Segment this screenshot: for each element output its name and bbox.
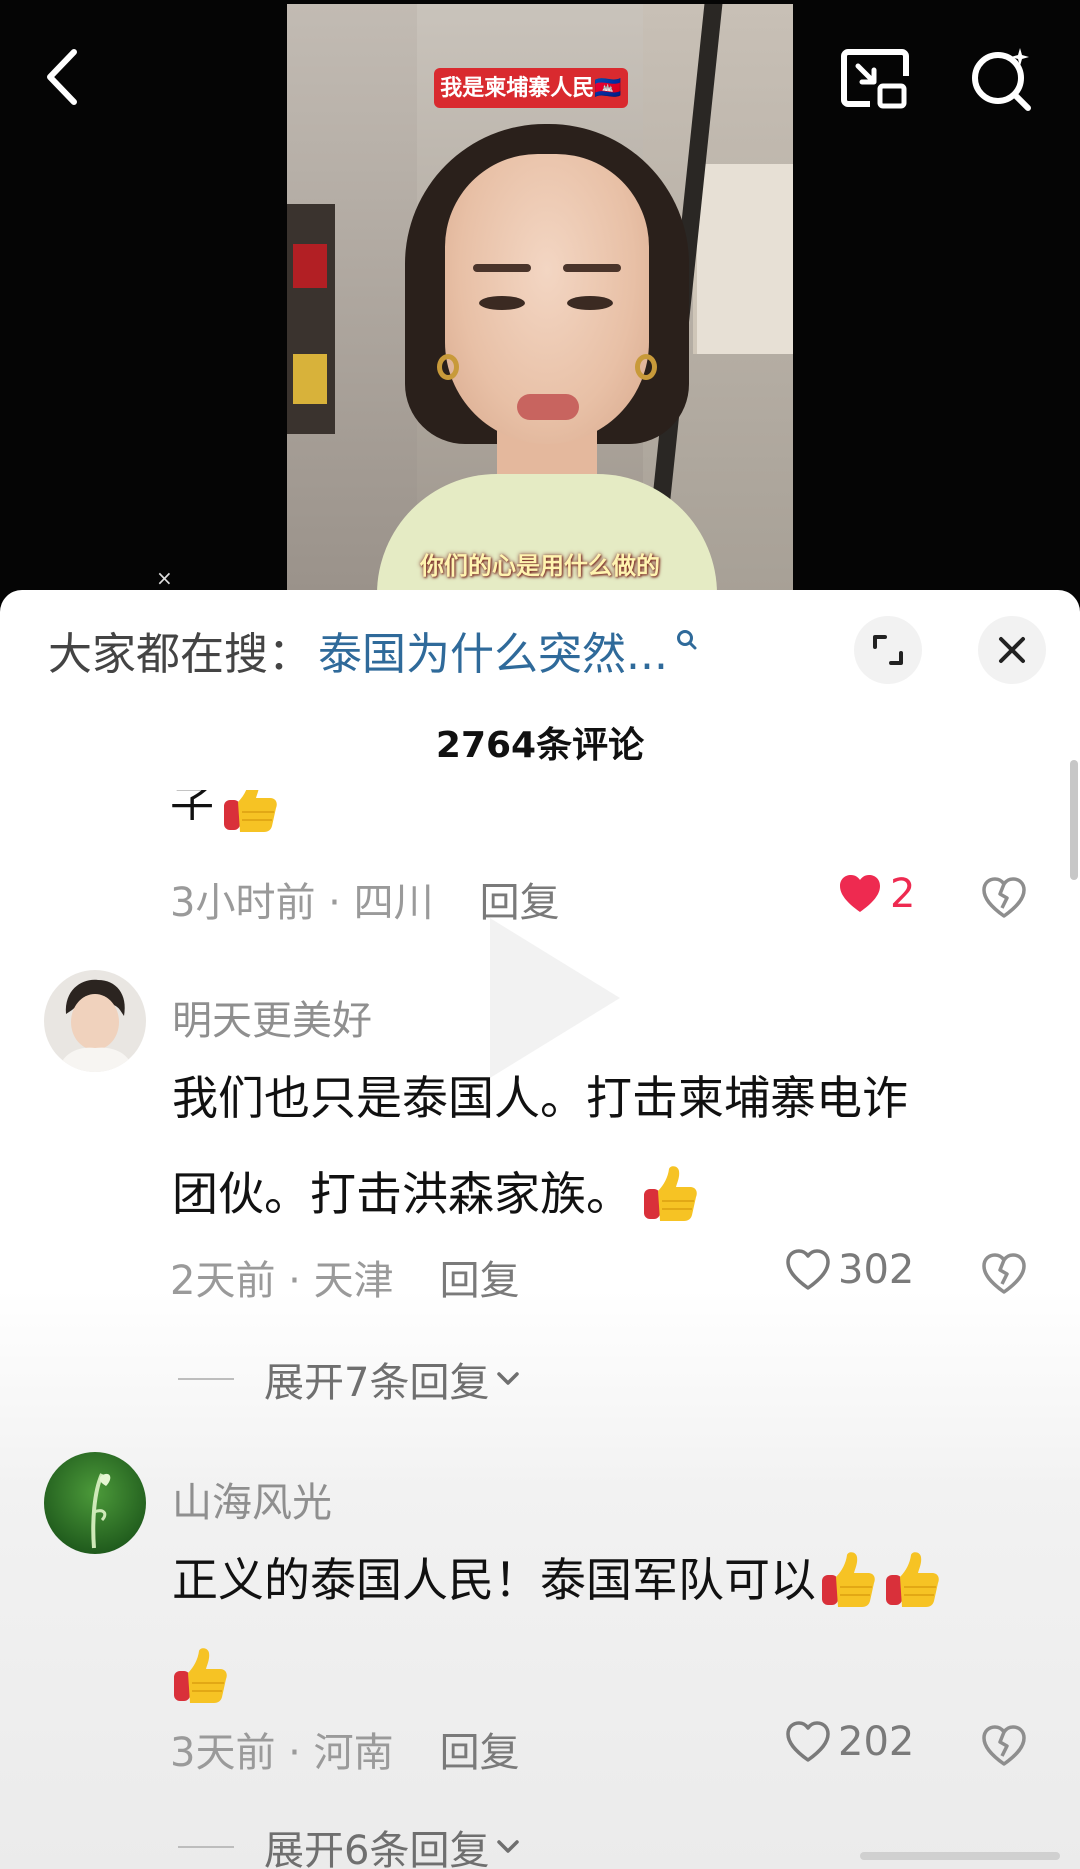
chevron-down-icon	[497, 1840, 520, 1853]
like-count: 2	[890, 871, 916, 917]
trending-search-query[interactable]: 泰国为什么突然...	[318, 618, 668, 682]
video-person	[377, 124, 717, 594]
avatar[interactable]	[44, 970, 146, 1072]
like-button[interactable]: 302	[784, 1246, 914, 1294]
dislike-icon[interactable]	[980, 874, 1028, 922]
comment-text-line-wrap: 正义的泰国人民！泰国军队可以	[172, 1532, 1032, 1628]
comment-text: 子	[170, 790, 214, 820]
trending-search-label: 大家都在搜：	[48, 629, 312, 680]
dislike-icon[interactable]	[980, 1722, 1028, 1770]
thumbs-up-icon	[820, 1551, 876, 1609]
comment-count: 2764条评论	[435, 725, 645, 766]
comment-text-line: 正义的泰国人民！泰国军队可以	[172, 1553, 816, 1607]
divider	[178, 1378, 234, 1380]
chevron-left-icon	[47, 49, 77, 105]
like-count: 302	[838, 1247, 915, 1293]
avatar[interactable]	[44, 1452, 146, 1554]
dislike-icon[interactable]	[980, 1250, 1028, 1298]
expand-panel-button[interactable]	[854, 616, 922, 684]
search-button[interactable]	[966, 44, 1036, 114]
divider	[178, 1846, 234, 1848]
home-indicator	[860, 1852, 1060, 1860]
background-cabinet	[693, 164, 793, 354]
close-icon[interactable]: ×	[156, 566, 173, 590]
comment-time-location: 3天前 · 河南	[170, 1730, 394, 1776]
close-panel-button[interactable]	[978, 616, 1046, 684]
avatar-image	[44, 970, 146, 1072]
like-count: 202	[838, 1719, 915, 1765]
search-icon	[676, 630, 697, 650]
comment-username[interactable]: 明天更美好	[172, 988, 372, 1046]
comment-text-line-wrap	[172, 1628, 1032, 1724]
person-eye	[567, 296, 613, 310]
comment-text: 正义的泰国人民！泰国军队可以	[172, 1532, 1032, 1724]
comment-time-location: 2天前 · 天津	[170, 1258, 394, 1304]
avatar-image	[44, 1452, 146, 1554]
trending-search-bar[interactable]: 大家都在搜： 泰国为什么突然...	[48, 620, 698, 680]
comment-text-partial: 子	[170, 790, 278, 834]
comment-meta: 2天前 · 天津 回复	[170, 1248, 520, 1306]
person-lips	[517, 394, 579, 420]
video-player[interactable]: 我是柬埔寨人民🇰🇭 你们的心是用什么做的 ×	[0, 0, 1080, 600]
like-button[interactable]: 202	[784, 1718, 914, 1766]
reply-button[interactable]: 回复	[440, 1248, 520, 1306]
person-face	[437, 154, 657, 444]
video-frame[interactable]: 我是柬埔寨人民🇰🇭 你们的心是用什么做的	[287, 4, 793, 594]
comment-text-line: 团伙。打击洪森家族。	[172, 1167, 632, 1221]
video-caption: 你们的心是用什么做的	[420, 551, 660, 580]
picture-in-picture-button[interactable]	[840, 46, 910, 116]
comment-time-location: 3小时前 · 四川	[170, 880, 434, 926]
back-button[interactable]	[40, 42, 86, 112]
thumbs-up-icon	[222, 790, 278, 834]
thumbs-up-icon	[642, 1165, 698, 1223]
heart-outline-icon	[784, 1246, 832, 1294]
expand-replies-label: 展开7条回复	[264, 1360, 490, 1406]
like-button[interactable]: 2	[836, 870, 915, 918]
comment-username[interactable]: 山海风光	[172, 1470, 332, 1528]
expand-replies-button[interactable]: 展开7条回复	[178, 1350, 523, 1408]
expand-replies-button[interactable]: 展开6条回复	[178, 1818, 523, 1869]
person-earring	[635, 354, 657, 380]
search-sparkle-icon	[972, 48, 1031, 111]
picture-in-picture-icon	[841, 49, 909, 109]
comment-text: 我们也只是泰国人。打击柬埔寨电诈 团伙。打击洪森家族。	[172, 1050, 1032, 1242]
comment-text-line-wrap: 团伙。打击洪森家族。	[172, 1146, 1032, 1242]
person-brow	[563, 264, 621, 272]
video-title-tag: 我是柬埔寨人民🇰🇭	[434, 68, 628, 108]
shelf-item	[293, 354, 327, 404]
scrollbar[interactable]	[1070, 760, 1078, 880]
thumbs-up-icon	[172, 1647, 228, 1705]
expand-icon	[873, 635, 903, 665]
person-earring	[437, 354, 459, 380]
comment-panel: 大家都在搜： 泰国为什么突然... 2764条评论 子 3小时前 · 四川 回复…	[0, 590, 1080, 1869]
comment-text-line: 我们也只是泰国人。打击柬埔寨电诈	[172, 1071, 908, 1125]
heart-outline-icon	[784, 1718, 832, 1766]
shelf-item	[293, 244, 327, 288]
person-brow	[473, 264, 531, 272]
background-shelf	[287, 204, 335, 434]
reply-button[interactable]: 回复	[440, 1720, 520, 1778]
expand-replies-label: 展开6条回复	[264, 1828, 490, 1869]
chevron-down-icon	[497, 1372, 520, 1385]
heart-filled-icon	[836, 870, 884, 918]
person-eye	[479, 296, 525, 310]
comment-meta: 3天前 · 河南 回复	[170, 1720, 520, 1778]
thumbs-up-icon	[884, 1551, 940, 1609]
close-icon	[999, 637, 1025, 663]
